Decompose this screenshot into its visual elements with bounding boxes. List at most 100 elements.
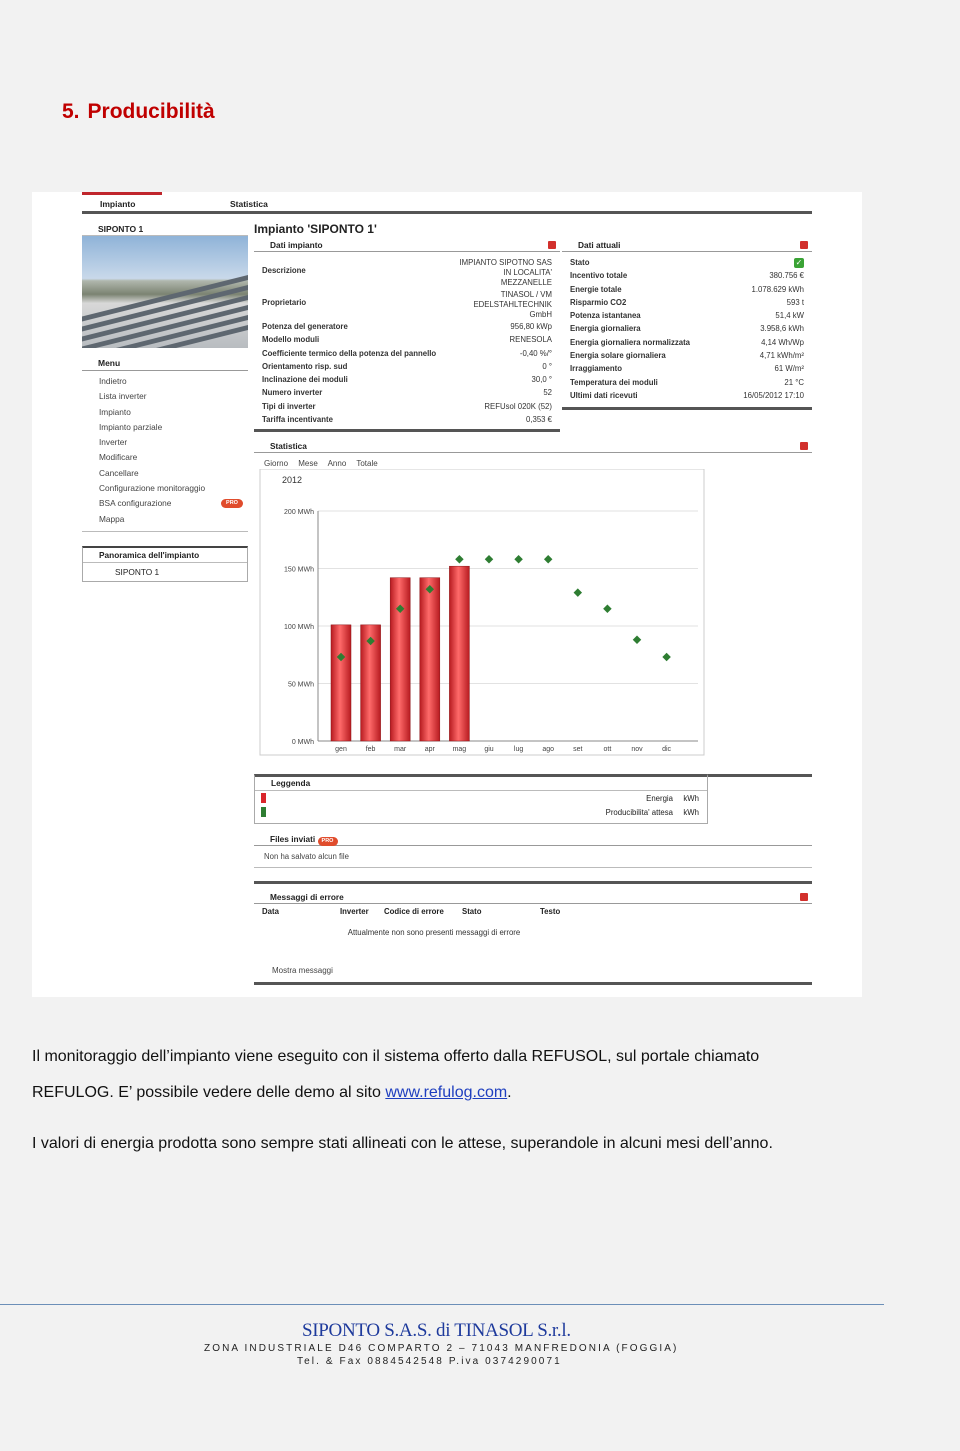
plant-name: SIPONTO 1 — [82, 222, 248, 236]
energy-chart: 2012 0 MWh 50 MWh 100 MWh 150 MWh 200 MWh gen f… — [259, 469, 705, 756]
kv-row: Stato ✓ — [570, 258, 804, 268]
energy-bar — [449, 565, 470, 742]
refulog-screenshot: Impianto Statistica SIPONTO 1 Menu Indie… — [32, 192, 862, 997]
menu-item-lista-inverter[interactable]: Lista inverter — [99, 389, 248, 404]
collapse-icon[interactable] — [800, 442, 808, 450]
chart-frame — [259, 469, 705, 756]
overview-item[interactable]: SIPONTO 1 — [83, 563, 247, 581]
x-tick-label: ott — [604, 746, 612, 753]
x-tick-label: giu — [484, 746, 493, 753]
collapse-icon[interactable] — [800, 893, 808, 901]
x-tick-label: feb — [366, 746, 376, 753]
legend-swatch-energia — [261, 793, 266, 803]
menu-item-mappa[interactable]: Mappa — [99, 512, 248, 527]
kv-row: Orientamento risp. sud 0 ° — [262, 361, 552, 371]
menu-item-bsa-label: BSA configurazione — [99, 498, 172, 509]
kv-row: Energia solare giornaliera 4,71 kWh/m² — [570, 351, 804, 361]
kv-row: Temperatura dei moduli 21 °C — [570, 377, 804, 387]
files-panel: Files inviati PRO Non ha salvato alcun f… — [254, 832, 812, 884]
legend-title: Leggenda — [255, 776, 707, 791]
x-tick-label: gen — [335, 746, 347, 753]
x-tick-label: lug — [514, 746, 523, 753]
left-sidebar: SIPONTO 1 Menu Indietro Lista inverter I… — [82, 222, 248, 582]
menu-item-inverter[interactable]: Inverter — [99, 435, 248, 450]
kv-row: Numero inverter 52 — [262, 388, 552, 398]
menu-title: Menu — [82, 356, 248, 371]
overview-panel: Panoramica dell'impianto SIPONTO 1 — [82, 545, 248, 582]
legend-item-attesa: Producibilita' attesa kWh — [255, 805, 707, 819]
kv-row: Tipi di inverter REFUsol 020K (52) — [262, 401, 552, 411]
tab-statistica[interactable]: Statistica — [230, 199, 268, 209]
menu-item-bsa-configurazione[interactable]: BSA configurazione PRO — [99, 496, 248, 511]
energy-bar — [330, 624, 352, 742]
tab-totale[interactable]: Totale — [356, 459, 377, 468]
paragraph-1-line-2: REFULOG. E’ possibile vedere delle demo … — [32, 1084, 512, 1101]
status-ok-icon: ✓ — [794, 258, 804, 268]
menu-item-modificare[interactable]: Modificare — [99, 450, 248, 465]
kv-row: Potenza istantanea 51,4 kW — [570, 311, 804, 321]
kv-row: Energia giornaliera normalizzata 4,14 Wh/… — [570, 337, 804, 347]
paragraph-2: I valori di energia prodotta sono sempre… — [32, 1135, 773, 1152]
menu-item-indietro[interactable]: Indietro — [99, 374, 248, 389]
dati-attuali-title: Dati attuali — [578, 240, 621, 250]
pro-badge: PRO — [221, 499, 243, 509]
show-messages-link[interactable]: Mostra messaggi — [272, 966, 333, 975]
kv-row: Proprietario TINASOL / VM EDELSTAHLTECHNI… — [262, 290, 552, 319]
kv-row: Coefficiente termico della potenza del p… — [262, 348, 552, 358]
section-number: 5. — [62, 100, 80, 123]
menu-item-cancellare[interactable]: Cancellare — [99, 466, 248, 481]
tab-giorno[interactable]: Giorno — [264, 459, 288, 468]
x-tick-label: nov — [631, 746, 643, 753]
legend-item-energia: Energia kWh — [255, 791, 707, 805]
kv-row: Descrizione IMPIANTO SIPOTNO SAS IN LOCAL… — [262, 258, 552, 287]
statistica-title: Statistica — [270, 441, 307, 451]
y-tick-label: 150 MWh — [284, 567, 314, 574]
chart-title: 2012 — [282, 475, 302, 485]
refulog-link[interactable]: www.refulog.com — [385, 1084, 507, 1101]
collapse-icon[interactable] — [548, 241, 556, 249]
y-tick-label: 0 MWh — [292, 739, 314, 746]
portal-tabbar: Impianto Statistica — [82, 192, 812, 214]
legend-panel: Leggenda Energia kWh Producibilita' atte… — [254, 774, 708, 824]
tab-mese[interactable]: Mese — [298, 459, 318, 468]
kv-row: Incentivo totale 380.756 € — [570, 271, 804, 281]
errors-empty-text: Attualmente non sono presenti messaggi d… — [347, 928, 521, 937]
pro-badge: PRO — [317, 837, 338, 846]
section-title: Producibilità — [87, 100, 215, 123]
y-tick-label: 50 MWh — [288, 682, 314, 689]
dati-attuali-panel: Dati attuali Stato ✓ Incentivo totale 380.… — [562, 238, 812, 410]
statistica-tabs: Giorno Mese Anno Totale — [264, 459, 386, 468]
kv-row: Ultimi dati ricevuti 16/05/2012 17:10 — [570, 390, 804, 400]
y-tick-label: 200 MWh — [284, 509, 314, 516]
y-tick-label: 100 MWh — [284, 624, 314, 631]
sidebar-menu: Indietro Lista inverter Impianto Impiant… — [82, 374, 248, 532]
menu-item-impianto-parziale[interactable]: Impianto parziale — [99, 420, 248, 435]
collapse-icon[interactable] — [800, 241, 808, 249]
x-tick-label: apr — [425, 746, 436, 753]
tab-anno[interactable]: Anno — [328, 459, 347, 468]
footer-tel: Tel. & Fax 0884542548 P.iva 0374290071 — [297, 1356, 562, 1367]
kv-row: Energia giornaliera 3.958,6 kWh — [570, 324, 804, 334]
files-empty-text: Non ha salvato alcun file — [254, 846, 812, 868]
errors-table-header: Data Inverter Codice di errore Stato Tes… — [262, 907, 561, 916]
page-title: Impianto 'SIPONTO 1' — [254, 222, 377, 236]
plant-photo — [82, 236, 248, 348]
kv-row: Inclinazione dei moduli 30,0 ° — [262, 375, 552, 385]
tab-impianto[interactable]: Impianto — [82, 192, 162, 209]
errors-title: Messaggi di errore — [270, 892, 344, 902]
kv-row: Energie totale 1.078.629 kWh — [570, 284, 804, 294]
menu-item-impianto[interactable]: Impianto — [99, 405, 248, 420]
energy-bar — [419, 577, 441, 742]
kv-row: Modello moduli RENESOLA — [262, 335, 552, 345]
dati-impianto-title: Dati impianto — [270, 240, 323, 250]
kv-row: Risparmio CO2 593 t — [570, 297, 804, 307]
x-tick-label: set — [573, 746, 582, 753]
files-title: Files inviati — [270, 834, 316, 844]
energy-bar — [389, 577, 411, 742]
footer-divider — [0, 1304, 884, 1305]
menu-item-configurazione-monitoraggio[interactable]: Configurazione monitoraggio — [99, 481, 248, 496]
x-tick-label: mag — [453, 746, 467, 753]
x-tick-label: dic — [662, 746, 671, 753]
kv-row: Tariffa incentivante 0,353 € — [262, 415, 552, 425]
section-heading: 5. Producibilità — [62, 100, 223, 124]
